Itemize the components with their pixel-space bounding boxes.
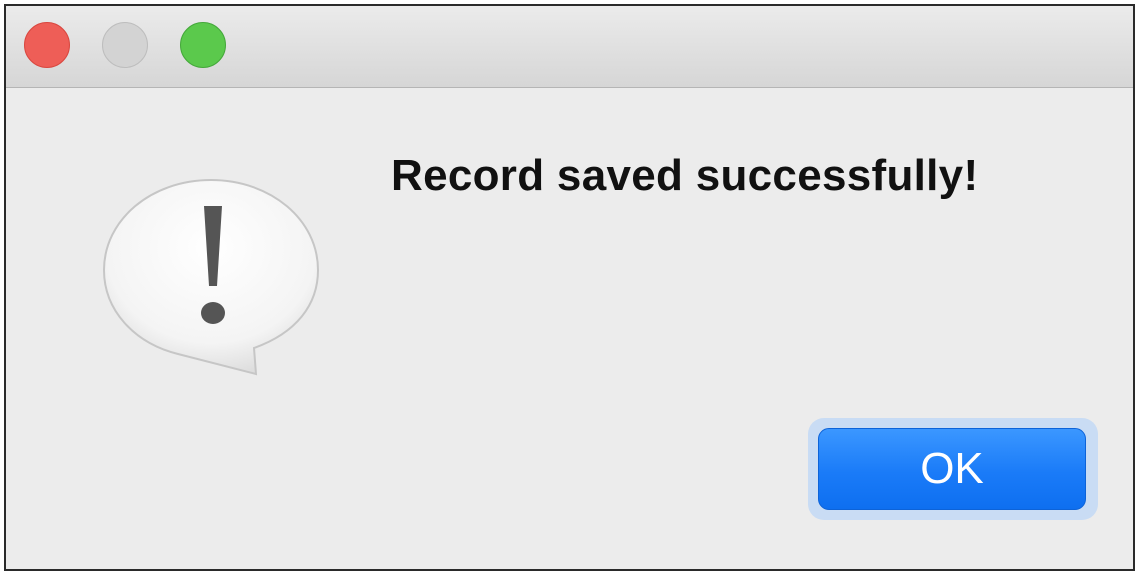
dialog-content: Record saved successfully! OK [6,88,1133,569]
title-bar[interactable] [6,6,1133,88]
alert-dialog-window: Record saved successfully! OK [4,4,1135,571]
close-button[interactable] [24,22,70,68]
zoom-button[interactable] [180,22,226,68]
alert-speech-bubble-icon [102,178,320,376]
alert-message: Record saved successfully! [391,151,979,200]
minimize-button[interactable] [102,22,148,68]
ok-button[interactable]: OK [818,428,1086,510]
